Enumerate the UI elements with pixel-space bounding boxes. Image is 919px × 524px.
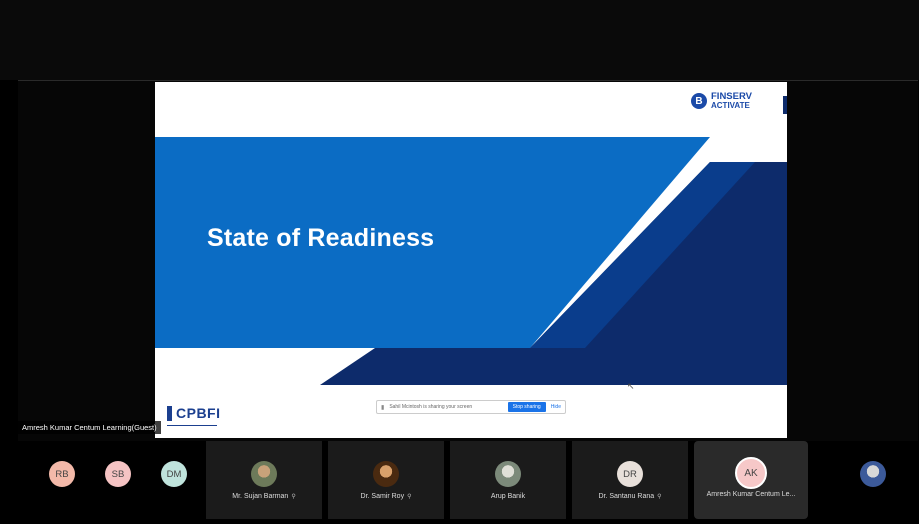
- brand-accent-bar: [783, 96, 787, 114]
- participant-name-text: Dr. Santanu Rana: [598, 493, 655, 500]
- brand-line-1: FINSERV: [711, 91, 753, 102]
- participant-name: Dr. Samir Roy ⚲: [361, 493, 412, 500]
- participant-avatar: DR: [617, 461, 643, 487]
- finserv-activate-logo: B FINSERV ACTIVATE: [691, 92, 752, 110]
- brand-text: FINSERV ACTIVATE: [711, 92, 752, 110]
- share-message: Sahil Mcintosh is sharing your screen: [389, 404, 473, 410]
- hide-share-bar-link[interactable]: Hide: [551, 404, 561, 410]
- participant-name-text: Amresh Kumar Centum Le...: [706, 491, 796, 498]
- participant-name-text: Dr. Samir Roy: [360, 493, 405, 500]
- participant-avatar: DM: [161, 461, 187, 487]
- cpbfi-underline: [167, 425, 217, 426]
- screen-share-bar: ▮ Sahil Mcintosh is sharing your screen …: [376, 400, 566, 414]
- brand-line-2: ACTIVATE: [711, 101, 750, 110]
- cpbfi-text: CPBFI: [176, 405, 221, 421]
- brand-icon: B: [691, 93, 707, 109]
- participant-name: Dr. Santanu Rana ⚲: [598, 493, 661, 500]
- participant-name-text: Mr. Sujan Barman: [232, 493, 289, 500]
- participant-tile[interactable]: DM: [152, 441, 196, 519]
- share-screen-icon: ▮: [381, 404, 385, 411]
- participant-tile[interactable]: SB: [96, 441, 140, 519]
- participant-name: Mr. Sujan Barman ⚲: [232, 493, 295, 500]
- participant-tile[interactable]: DR Dr. Santanu Rana ⚲: [572, 441, 688, 519]
- participant-photo: [860, 461, 886, 487]
- meeting-top-bar: [0, 0, 919, 80]
- participant-photo: [373, 461, 399, 487]
- participant-tile[interactable]: RB: [40, 441, 84, 519]
- participant-tile[interactable]: Mr. Sujan Barman ⚲: [206, 441, 322, 519]
- mouse-cursor-icon: ↖: [627, 381, 635, 391]
- muted-mic-icon: ⚲: [291, 494, 296, 500]
- participant-name: Arup Banik: [491, 493, 525, 500]
- participant-name: Amresh Kumar Centum Le...: [707, 491, 796, 498]
- participant-tile[interactable]: Dr. Samir Roy ⚲: [328, 441, 444, 519]
- participant-avatar: RB: [49, 461, 75, 487]
- participant-photo: [495, 461, 521, 487]
- participant-tile[interactable]: [848, 441, 898, 519]
- cpbfi-logo: CPBFI: [167, 405, 221, 421]
- slide-title: State of Readiness: [207, 224, 435, 252]
- participant-tile[interactable]: Arup Banik: [450, 441, 566, 519]
- slide-background-art: [155, 137, 787, 385]
- participant-photo: [251, 461, 277, 487]
- stop-sharing-button[interactable]: Stop sharing: [507, 402, 546, 412]
- participant-avatar: AK: [735, 457, 767, 489]
- muted-mic-icon: ⚲: [657, 494, 662, 500]
- cpbfi-mark: [167, 405, 172, 421]
- muted-mic-icon: ⚲: [407, 494, 412, 500]
- active-speaker-tile[interactable]: AK Amresh Kumar Centum Le...: [694, 441, 808, 519]
- participant-name-text: Arup Banik: [490, 493, 526, 500]
- presentation-slide: State of Readiness B FINSERV ACTIVATE CP…: [155, 82, 787, 438]
- participant-avatar: SB: [105, 461, 131, 487]
- presenter-name-label: Amresh Kumar Centum Learning(Guest): [18, 421, 161, 434]
